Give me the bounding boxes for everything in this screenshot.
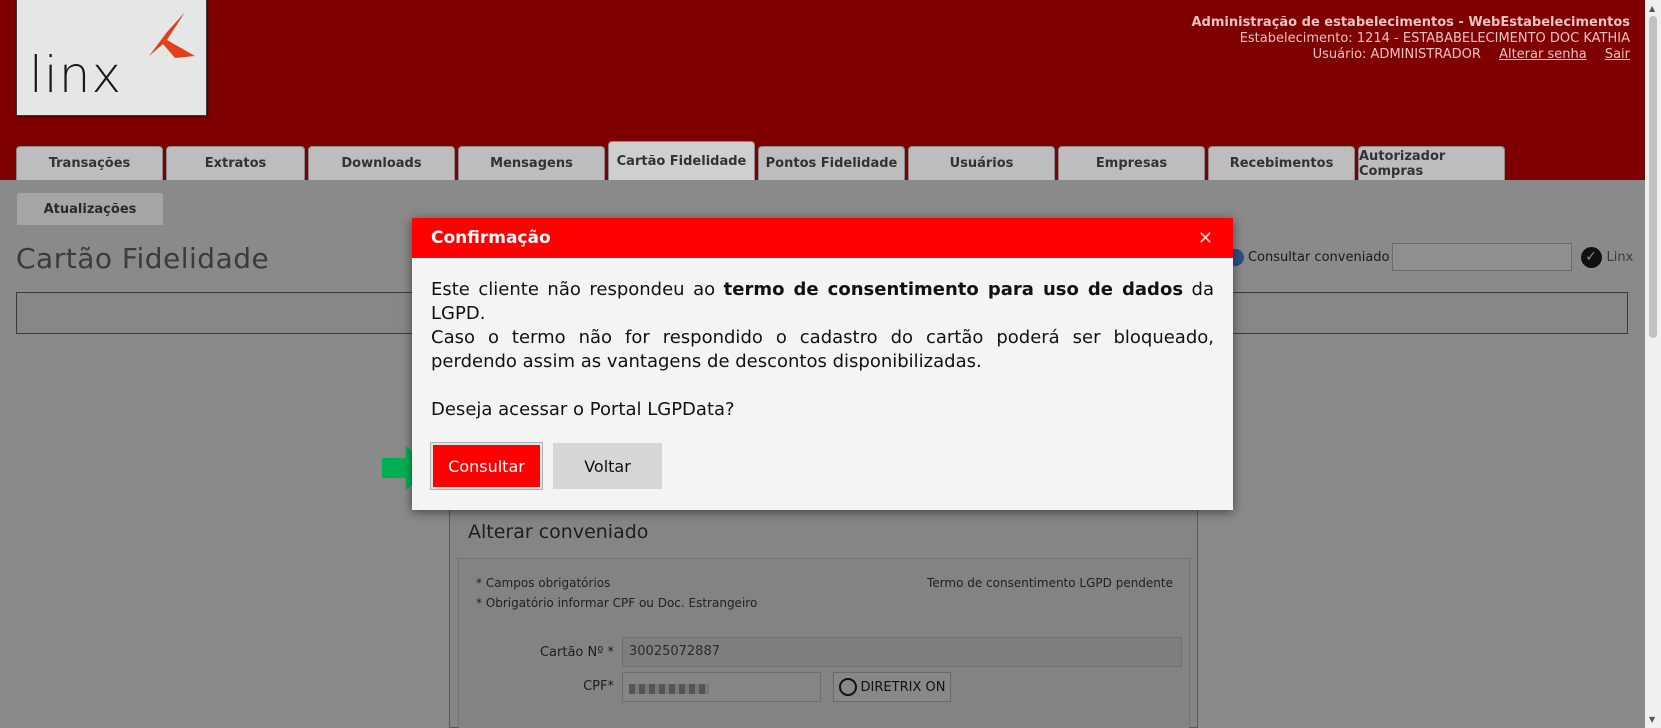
required-note: * Campos obrigatórios <box>476 576 611 590</box>
diretrix-button[interactable]: DIRETRIX ON <box>833 672 951 702</box>
message-part: Este cliente não respondeu ao <box>431 279 724 300</box>
check-circle-icon[interactable]: ✓ <box>1580 246 1602 268</box>
tab-mensagens[interactable]: Mensagens <box>458 146 605 180</box>
close-icon[interactable]: ✕ <box>1198 228 1213 249</box>
search-person-icon <box>838 678 857 696</box>
scroll-down-icon[interactable]: ▼ <box>1649 715 1655 724</box>
cpf-label: CPF* <box>583 679 614 694</box>
cpf-note: * Obrigatório informar CPF ou Doc. Estra… <box>476 596 758 610</box>
consultar-button[interactable]: Consultar <box>430 442 543 490</box>
edit-form-panel: Alterar conveniado * Campos obrigatórios… <box>449 505 1198 728</box>
redacted-value <box>629 684 709 694</box>
dialog-buttons: Consultar Voltar <box>430 442 662 490</box>
dialog-body: Este cliente não respondeu ao termo de c… <box>412 258 1233 422</box>
dialog-message: Este cliente não respondeu ao termo de c… <box>431 278 1214 326</box>
linx-logo: linx <box>16 0 207 116</box>
change-password-link[interactable]: Alterar senha <box>1499 47 1587 62</box>
subtab-atualizacoes[interactable]: Atualizações <box>17 193 163 225</box>
mini-linx-logo: Linx <box>1606 249 1634 265</box>
dialog-warning: Caso o termo não for respondido o cadast… <box>431 327 1214 372</box>
logo-text: linx <box>29 46 123 104</box>
page-scrollbar[interactable]: ▲ ▼ <box>1645 0 1661 728</box>
diretrix-label: DIRETRIX ON <box>860 679 946 695</box>
header-info: Administração de estabelecimentos - WebE… <box>1191 15 1630 63</box>
tab-pontos-fidelidade[interactable]: Pontos Fidelidade <box>758 146 905 180</box>
tab-cartao-fidelidade[interactable]: Cartão Fidelidade <box>608 141 755 180</box>
tab-recebimentos[interactable]: Recebimentos <box>1208 146 1355 180</box>
message-bold: termo de consentimento para uso de dados <box>723 279 1184 300</box>
user-label: Usuário: ADMINISTRADOR <box>1312 47 1481 62</box>
card-label: Cartão Nº * <box>539 645 614 660</box>
consult-input[interactable] <box>1391 243 1572 271</box>
confirmation-dialog: Confirmação ✕ Este cliente não respondeu… <box>412 218 1233 510</box>
tab-transacoes[interactable]: Transações <box>16 146 163 180</box>
app-title: Administração de estabelecimentos - WebE… <box>1191 15 1630 30</box>
logout-link[interactable]: Sair <box>1605 47 1630 62</box>
tab-extratos[interactable]: Extratos <box>166 146 305 180</box>
lgpd-status: Termo de consentimento LGPD pendente <box>927 576 1173 590</box>
establishment-label: Estabelecimento: 1214 - ESTABABELECIMENT… <box>1239 31 1630 46</box>
page-title: Cartão Fidelidade <box>16 242 270 275</box>
linx-logo-icon <box>149 12 195 58</box>
tab-downloads[interactable]: Downloads <box>308 146 455 180</box>
tab-autorizador-compras[interactable]: Autorizador Compras <box>1358 146 1505 180</box>
cpf-field[interactable] <box>622 672 821 702</box>
tab-usuarios[interactable]: Usuários <box>908 146 1055 180</box>
header: linx Administração de estabelecimentos -… <box>0 0 1661 180</box>
main-tabs: Transações Extratos Downloads Mensagens … <box>16 141 1508 180</box>
form-box: * Campos obrigatórios * Obrigatório info… <box>458 558 1190 728</box>
dialog-question: Deseja acessar o Portal LGPData? <box>431 399 735 420</box>
dialog-header: Confirmação ✕ <box>412 218 1233 258</box>
tab-empresas[interactable]: Empresas <box>1058 146 1205 180</box>
scroll-up-icon[interactable]: ▲ <box>1649 4 1655 13</box>
card-number-field[interactable]: 30025072887 <box>622 637 1182 667</box>
consult-area: Consultar conveniado ✓ Linx <box>1227 243 1633 271</box>
voltar-button[interactable]: Voltar <box>553 443 662 489</box>
consult-label: Consultar conveniado <box>1248 249 1390 265</box>
dialog-title: Confirmação <box>431 228 551 248</box>
form-title: Alterar conveniado <box>468 521 649 543</box>
scroll-thumb[interactable] <box>1649 16 1657 338</box>
